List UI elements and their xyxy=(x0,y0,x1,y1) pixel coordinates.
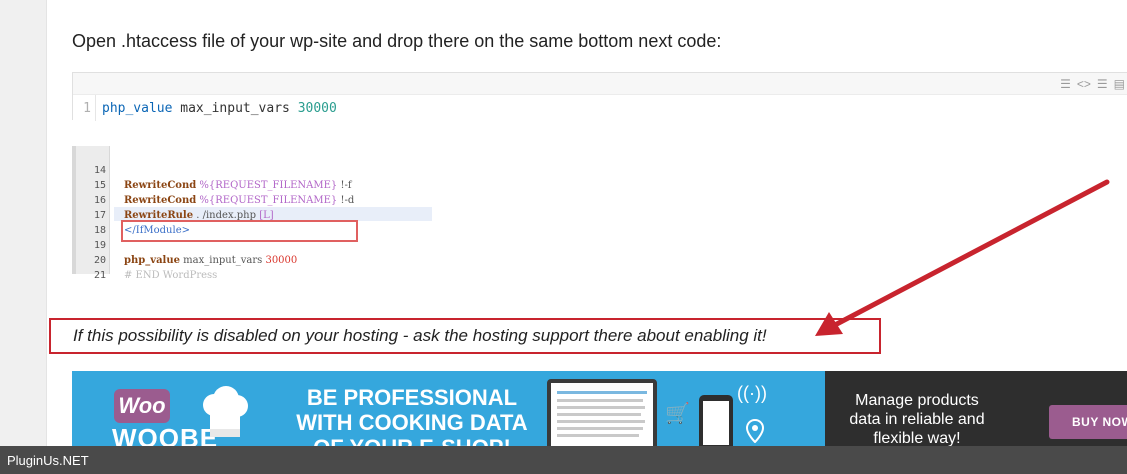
code-text[interactable]: php_value max_input_vars 30000 xyxy=(96,101,337,116)
notice-text: If this possibility is disabled on your … xyxy=(73,326,767,345)
notice-box: If this possibility is disabled on your … xyxy=(49,318,881,354)
wifi-icon: ((·)) xyxy=(737,383,767,403)
tagline-line: data in reliable and xyxy=(849,411,985,428)
code-block: ☰ <> ☰ ▤ 1 php_value max_input_vars 3000… xyxy=(72,72,1127,121)
screenshot-row: 14 RewriteCond %{REQUEST_FILENAME} !-f xyxy=(76,148,436,191)
line-number: 1 xyxy=(73,95,96,121)
code-icon[interactable]: <> xyxy=(1077,77,1091,91)
menu-icon[interactable]: ☰ xyxy=(1060,77,1071,91)
code-number: 30000 xyxy=(297,100,337,116)
monitor-icon xyxy=(547,379,657,451)
buy-now-button[interactable]: BUY NOW xyxy=(1049,405,1127,439)
htaccess-screenshot: 14 RewriteCond %{REQUEST_FILENAME} !-f 1… xyxy=(72,146,432,281)
tagline-line: Manage products xyxy=(855,392,979,409)
woo-logo: Woo xyxy=(114,389,170,423)
row-comment: # END WordPress xyxy=(124,270,218,281)
code-keyword: php_value xyxy=(102,100,173,116)
headline-line: WITH COOKING DATA xyxy=(296,410,528,435)
cart-icon: 🛒 xyxy=(665,403,690,425)
code-directive: max_input_vars xyxy=(172,100,298,116)
screenshot-row: 15 RewriteCond %{REQUEST_FILENAME} !-d xyxy=(76,163,436,206)
location-pin-icon xyxy=(746,419,764,443)
intro-text: Open .htaccess file of your wp-site and … xyxy=(72,31,722,51)
chef-hat-icon xyxy=(203,386,248,437)
copy-icon[interactable]: ▤ xyxy=(1114,77,1125,91)
highlight-box xyxy=(121,220,358,242)
footer-bar: PluginUs.NET xyxy=(0,446,1127,474)
row-number: 21 xyxy=(93,270,106,281)
banner-tagline: Manage products data in reliable and fle… xyxy=(837,391,997,448)
list-icon[interactable]: ☰ xyxy=(1097,77,1108,91)
code-toolbar: ☰ <> ☰ ▤ xyxy=(1047,75,1127,93)
screenshot-row: 21 xyxy=(76,253,436,281)
headline-line: BE PROFESSIONAL xyxy=(306,385,518,410)
footer-brand[interactable]: PluginUs.NET xyxy=(7,453,89,468)
screenshot-row: 16 RewriteRule . /index.php [L] xyxy=(76,178,436,221)
screenshot-row: 17 </IfModule> xyxy=(76,193,436,236)
article-content: Open .htaccess file of your wp-site and … xyxy=(46,0,1127,474)
code-line: 1 php_value max_input_vars 30000 xyxy=(73,94,1127,121)
